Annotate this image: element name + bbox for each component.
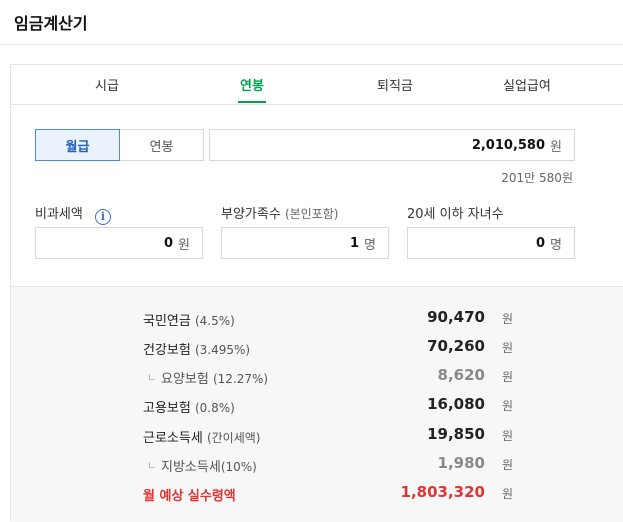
salary-amount-value: 2,010,580 — [471, 137, 546, 153]
result-label: 국민연금 — [143, 314, 191, 329]
sub-item-corner-icon — [149, 374, 155, 380]
sub-item-corner-icon — [149, 462, 155, 468]
tax-free-label: 비과세액 i — [35, 203, 111, 225]
children-value: 0 — [535, 235, 546, 251]
result-rate: (0.8%) — [194, 401, 235, 415]
result-row-health-insurance: 건강보험 (3.495%) 70,260 원 — [143, 337, 513, 359]
dependents-label-text: 부양가족수 — [221, 207, 281, 222]
children-input[interactable]: 0 명 — [407, 227, 575, 259]
result-row-income-tax: 근로소득세 (간이세액) 19,850 원 — [143, 425, 513, 447]
salary-amount-hint: 201만 580원 — [501, 171, 573, 185]
result-label: 근로소득세 — [143, 431, 203, 446]
result-row-local-income-tax: 지방소득세(10%) 1,980 원 — [143, 454, 513, 476]
dependents-label: 부양가족수 (본인포함) — [221, 203, 338, 222]
pay-type-monthly-button[interactable]: 월급 — [35, 129, 120, 161]
result-row-employment-insurance: 고용보험 (0.8%) 16,080 원 — [143, 395, 513, 417]
dependents-label-sub: (본인포함) — [284, 207, 339, 221]
result-unit: 원 — [501, 370, 513, 384]
result-rate: (3.495%) — [194, 343, 251, 357]
tax-free-value: 0 — [163, 235, 174, 251]
result-label: 지방소득세 — [161, 460, 221, 475]
result-rate: (10%) — [220, 460, 257, 474]
result-value: 1,980 — [437, 454, 485, 472]
result-panel: 국민연금 (4.5%) 90,470 원 건강보험 (3.495%) 70,26… — [11, 286, 623, 522]
tab-severance[interactable]: 퇴직금 — [377, 75, 413, 102]
result-value: 70,260 — [427, 337, 485, 355]
tax-free-input[interactable]: 0 원 — [35, 227, 203, 259]
result-unit: 원 — [501, 341, 513, 355]
result-label: 요양보험 — [161, 372, 209, 387]
tab-unemployment[interactable]: 실업급여 — [503, 75, 551, 102]
result-unit: 원 — [501, 429, 513, 443]
result-rate: (간이세액) — [206, 431, 261, 445]
dependents-input[interactable]: 1 명 — [221, 227, 389, 259]
pay-type-annual-button[interactable]: 연봉 — [119, 129, 204, 161]
tab-bar: 시급 연봉 퇴직금 실업급여 — [11, 65, 623, 105]
result-row-national-pension: 국민연금 (4.5%) 90,470 원 — [143, 308, 513, 330]
net-pay-label: 월 예상 실수령액 — [143, 489, 236, 504]
calculator-card: 시급 연봉 퇴직금 실업급여 월급 연봉 2,010,580 원 201만 58… — [10, 64, 623, 522]
result-unit: 원 — [501, 399, 513, 413]
tab-hourly[interactable]: 시급 — [95, 75, 119, 102]
net-pay-value: 1,803,320 — [400, 483, 485, 501]
info-icon[interactable]: i — [94, 208, 111, 225]
result-unit: 원 — [501, 312, 513, 326]
result-label: 고용보험 — [143, 401, 191, 416]
children-unit: 명 — [550, 237, 562, 253]
result-value: 19,850 — [427, 425, 485, 443]
result-value: 8,620 — [437, 366, 485, 384]
children-label: 20세 이하 자녀수 — [407, 207, 504, 222]
page-title: 임금계산기 — [14, 14, 88, 33]
result-rate: (4.5%) — [194, 314, 235, 328]
dependents-unit: 명 — [364, 237, 376, 253]
salary-amount-input[interactable]: 2,010,580 원 — [209, 129, 575, 161]
dependents-value: 1 — [349, 235, 360, 251]
result-row-long-term-care: 요양보험 (12.27%) 8,620 원 — [143, 366, 513, 388]
result-label: 건강보험 — [143, 343, 191, 358]
tab-annual-salary[interactable]: 연봉 — [238, 75, 266, 103]
result-unit: 원 — [501, 458, 513, 472]
result-row-net-pay: 월 예상 실수령액 1,803,320 원 — [143, 483, 513, 505]
result-rate: (12.27%) — [212, 372, 269, 386]
result-value: 90,470 — [427, 308, 485, 326]
net-pay-unit: 원 — [501, 487, 513, 501]
result-value: 16,080 — [427, 395, 485, 413]
tax-free-label-text: 비과세액 — [35, 207, 83, 222]
header-divider — [0, 44, 623, 45]
salary-amount-unit: 원 — [550, 139, 562, 155]
tax-free-unit: 원 — [178, 237, 190, 253]
